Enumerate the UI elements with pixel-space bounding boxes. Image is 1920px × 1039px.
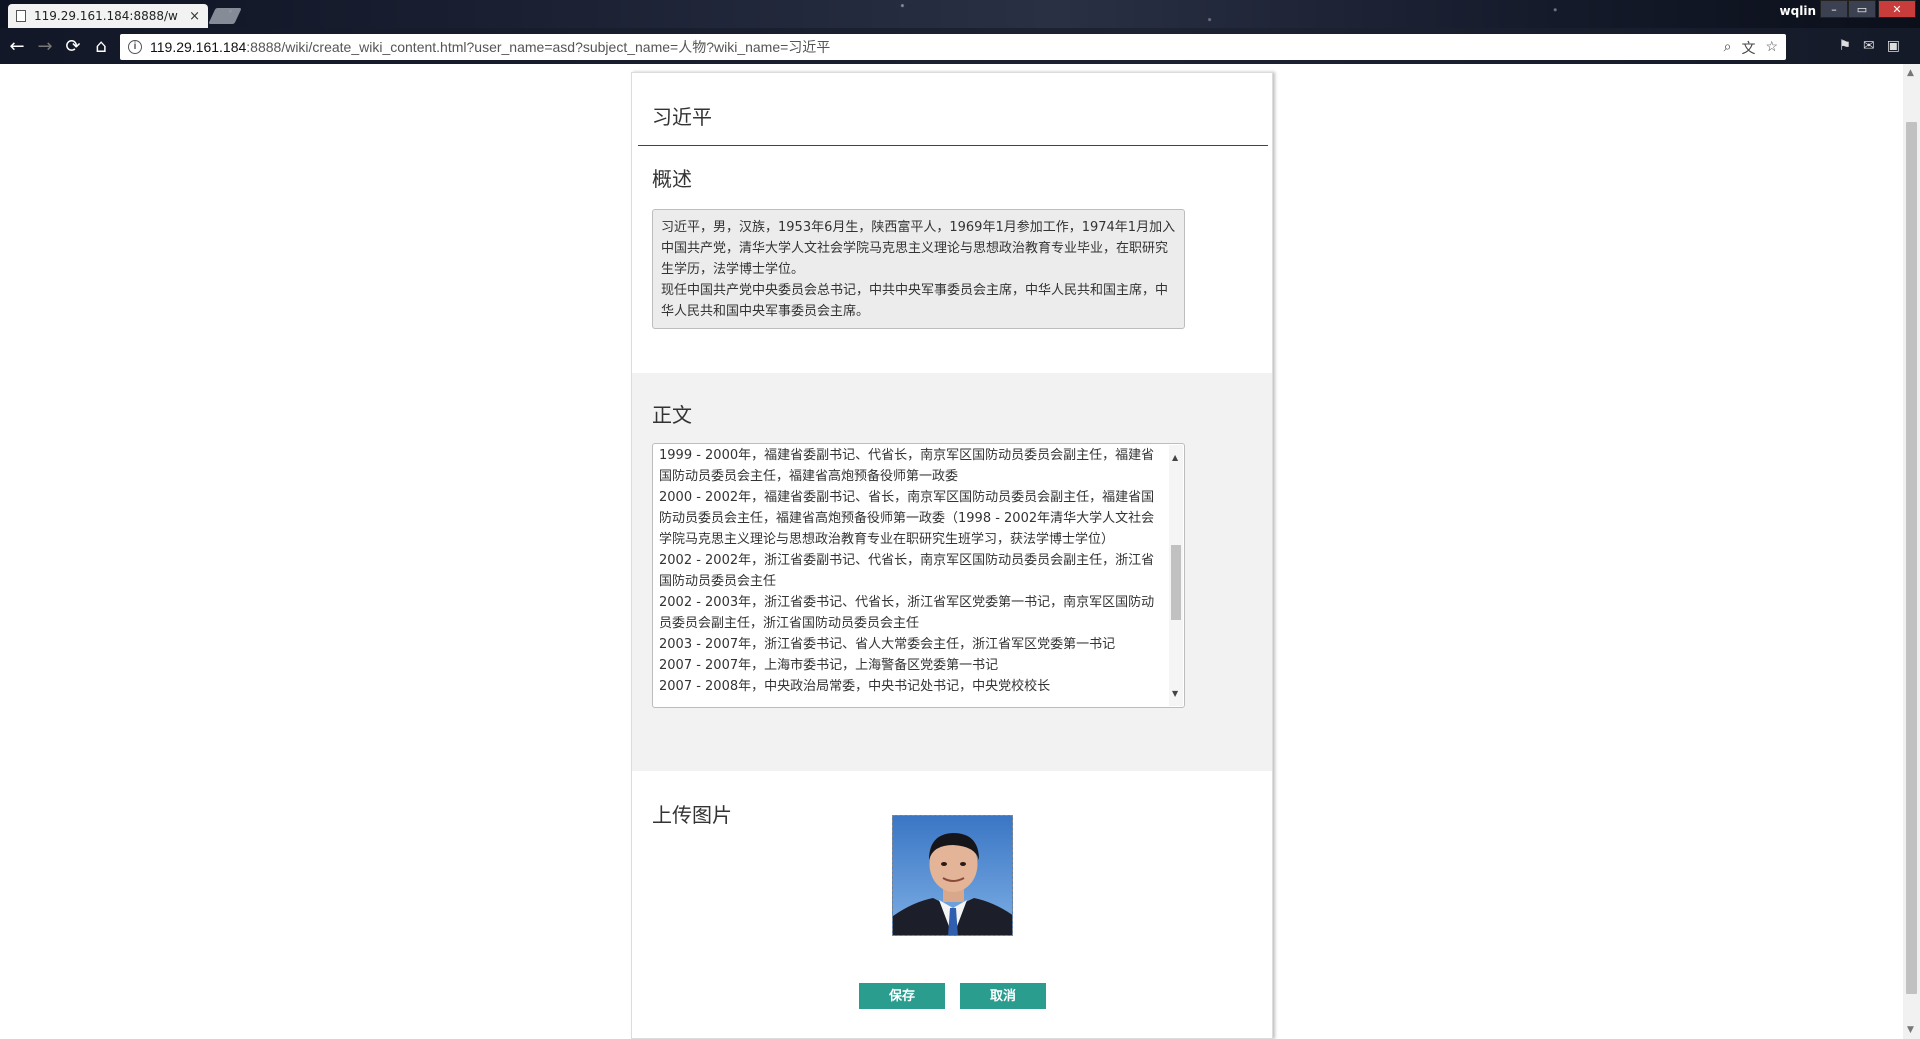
flag-extension-icon[interactable]: ⚑ bbox=[1838, 38, 1851, 54]
save-button[interactable]: 保存 bbox=[859, 983, 945, 1009]
cancel-button[interactable]: 取消 bbox=[960, 983, 1046, 1009]
scroll-up-arrow-icon[interactable]: ▲ bbox=[1172, 447, 1178, 468]
body-line: 2002 - 2002年，浙江省委副书记、代省长，南京军区国防动员委员会副主任，… bbox=[659, 553, 1155, 589]
body-line: 1999 - 2000年，福建省委副书记、代省长，南京军区国防动员委员会副主任，… bbox=[659, 448, 1155, 484]
translate-icon[interactable]: 文 bbox=[1741, 38, 1755, 58]
document-icon bbox=[16, 10, 26, 22]
body-line: 2003 - 2007年，浙江省委书记、省人大常委会主任，浙江省军区党委第一书记 bbox=[659, 637, 1116, 652]
body-scroll-thumb[interactable] bbox=[1171, 545, 1181, 620]
browser-tab[interactable]: 119.29.161.184:8888/w × bbox=[8, 4, 208, 28]
tab-close-icon[interactable]: × bbox=[189, 9, 200, 24]
body-line: 2007 - 2007年，上海市委书记，上海警备区党委第一书记 bbox=[659, 658, 999, 673]
minimize-button[interactable]: – bbox=[1820, 0, 1848, 18]
body-textarea[interactable]: 1999 - 2000年，福建省委副书记、代省长，南京军区国防动员委员会副主任，… bbox=[652, 443, 1185, 708]
tab-title: 119.29.161.184:8888/w bbox=[34, 9, 178, 23]
extensions-area: ⚑ ✉ ▣ bbox=[1838, 38, 1900, 54]
maximize-button[interactable]: ▭ bbox=[1848, 0, 1876, 18]
bookmark-star-icon[interactable]: ☆ bbox=[1765, 38, 1778, 58]
body-line: 2000 - 2002年，福建省委副书记、省长，南京军区国防动员委员会副主任，福… bbox=[659, 490, 1155, 547]
url-path: :8888/wiki/create_wiki_content.html?user… bbox=[246, 39, 831, 55]
uploaded-portrait-image[interactable] bbox=[892, 815, 1013, 936]
new-tab-button[interactable] bbox=[208, 8, 242, 24]
page-scroll-thumb[interactable] bbox=[1906, 122, 1917, 994]
page-viewport: 习近平 概述 习近平，男，汉族，1953年6月生，陕西富平人，1969年1月参加… bbox=[0, 64, 1920, 1039]
upload-heading: 上传图片 bbox=[652, 803, 732, 827]
page-scrollbar[interactable]: ▲ ▼ bbox=[1903, 64, 1920, 1039]
browser-titlebar: 119.29.161.184:8888/w × wqlin – ▭ ✕ bbox=[0, 0, 1920, 28]
summary-line: 习近平，男，汉族，1953年6月生，陕西富平人，1969年1月参加工作，1974… bbox=[661, 220, 1176, 277]
summary-heading: 概述 bbox=[652, 167, 692, 191]
body-line: 2002 - 2003年，浙江省委书记、代省长，浙江省军区党委第一书记，南京军区… bbox=[659, 595, 1155, 631]
body-heading: 正文 bbox=[652, 403, 692, 427]
body-line: 2007 - 2008年，中央政治局常委，中央书记处书记，中央党校校长 bbox=[659, 679, 1051, 694]
puzzle-extension-icon[interactable]: ▣ bbox=[1887, 38, 1900, 54]
mail-extension-icon[interactable]: ✉ bbox=[1863, 38, 1875, 54]
page-title: 习近平 bbox=[652, 105, 712, 129]
page-scroll-up-icon[interactable]: ▲ bbox=[1907, 68, 1914, 78]
scroll-down-arrow-icon[interactable]: ▼ bbox=[1172, 683, 1178, 704]
reload-icon[interactable]: ⟳ bbox=[62, 36, 84, 58]
home-icon[interactable]: ⌂ bbox=[90, 36, 112, 58]
url-host: 119.29.161.184 bbox=[150, 39, 247, 55]
back-arrow-icon[interactable]: ← bbox=[6, 36, 28, 58]
body-textarea-scrollbar[interactable]: ▲ ▼ bbox=[1169, 445, 1183, 706]
close-window-button[interactable]: ✕ bbox=[1878, 0, 1916, 18]
portrait-illustration bbox=[893, 816, 1012, 935]
address-bar[interactable]: i 119.29.161.184 :8888/wiki/create_wiki_… bbox=[120, 34, 1786, 60]
title-divider bbox=[638, 145, 1268, 146]
forward-arrow-icon[interactable]: → bbox=[34, 36, 56, 58]
wiki-editor-card: 习近平 概述 习近平，男，汉族，1953年6月生，陕西富平人，1969年1月参加… bbox=[631, 72, 1273, 1039]
page-scroll-down-icon[interactable]: ▼ bbox=[1907, 1025, 1914, 1035]
zoom-icon[interactable]: ⌕ bbox=[1724, 38, 1732, 58]
summary-line: 现任中国共产党中央委员会总书记，中共中央军事委员会主席，中华人民共和国主席，中华… bbox=[661, 283, 1169, 319]
profile-name[interactable]: wqlin bbox=[1780, 4, 1816, 18]
summary-textarea[interactable]: 习近平，男，汉族，1953年6月生，陕西富平人，1969年1月参加工作，1974… bbox=[652, 209, 1185, 329]
site-info-icon[interactable]: i bbox=[128, 40, 142, 54]
